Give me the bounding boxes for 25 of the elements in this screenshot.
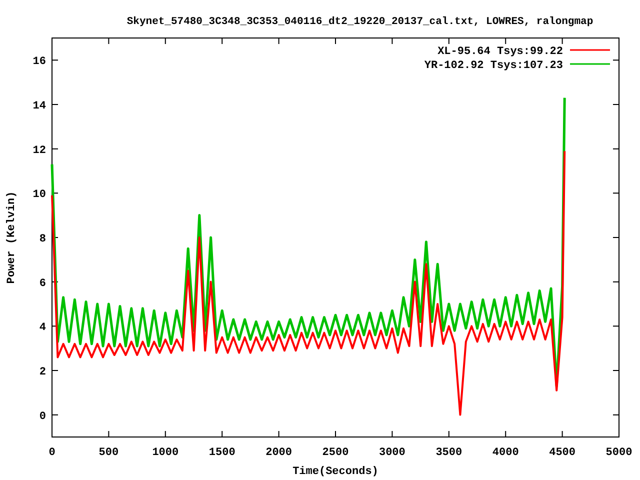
x-tick-label: 2000 [266, 447, 292, 459]
y-tick-label: 14 [32, 100, 46, 112]
y-tick-label: 2 [39, 366, 46, 378]
y-tick-label: 10 [32, 189, 46, 202]
x-tick-label: 4500 [549, 447, 576, 459]
x-tick-label: 0 [48, 447, 56, 459]
chart-title: Skynet_57480_3C348_3C353_040116_dt2_19220_20137_cal.txt, LOWRES, ralongmap [126, 16, 594, 28]
y-tick-label: 12 [32, 144, 46, 157]
y-axis-label: Power (Kelvin) [6, 191, 18, 284]
y-tick-label: 8 [39, 234, 46, 246]
legend-label: YR-102.92 Tsys:107.23 [424, 60, 563, 72]
x-tick-label: 500 [98, 447, 119, 459]
x-tick-label: 4000 [492, 447, 519, 459]
y-tick-label: 16 [32, 56, 46, 68]
x-tick-label: 5000 [606, 447, 632, 459]
x-tick-label: 3500 [436, 447, 462, 459]
y-tick-label: 6 [39, 278, 46, 290]
x-axis-label: Time(Seconds) [292, 466, 378, 478]
legend-label: XL-95.64 Tsys:99.22 [438, 46, 563, 58]
y-tick-label: 4 [39, 322, 46, 334]
x-tick-label: 3000 [379, 447, 406, 459]
x-tick-label: 2500 [322, 447, 349, 459]
x-tick-label: 1500 [208, 447, 236, 459]
y-tick-label: 0 [39, 410, 46, 423]
x-tick-label: 1000 [152, 447, 179, 459]
